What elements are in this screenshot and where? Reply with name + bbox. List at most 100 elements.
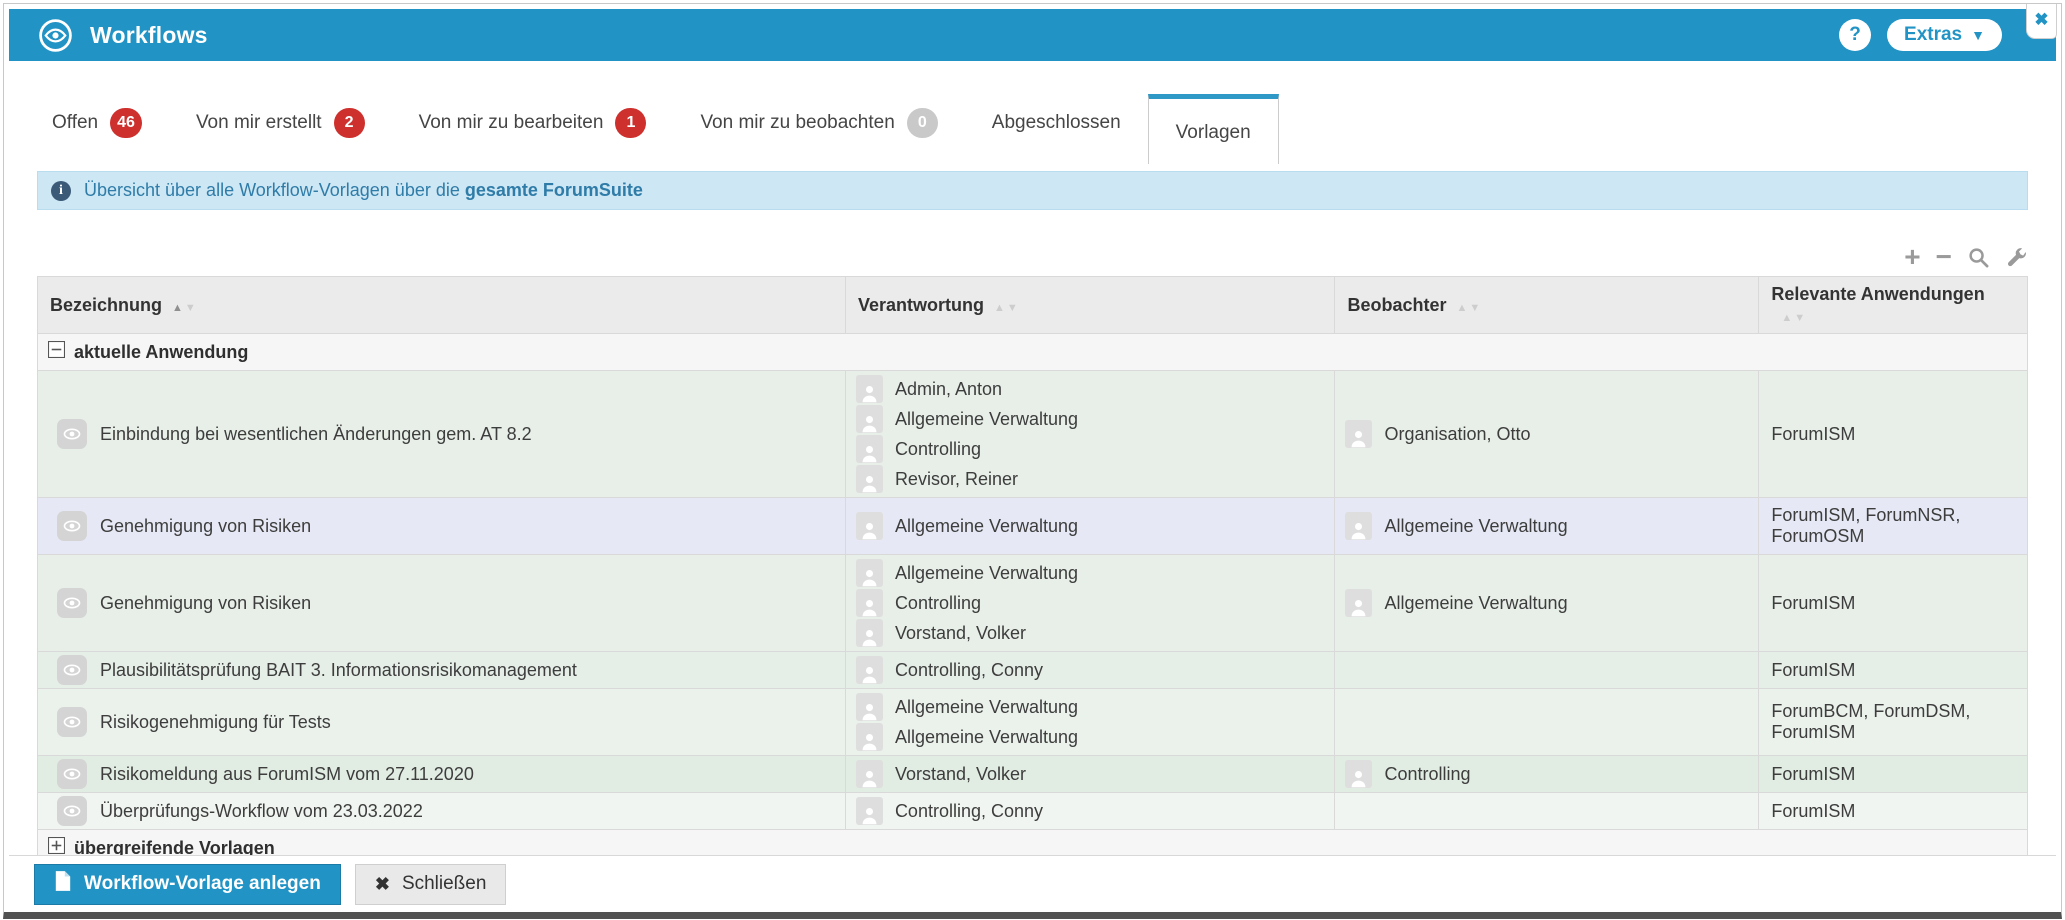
bezeichnung-cell: Risikomeldung aus ForumISM vom 27.11.202… xyxy=(37,755,846,793)
tab-von-mir-zu-bearbeiten[interactable]: Von mir zu bearbeiten 1 xyxy=(392,101,674,145)
responsible-person: Controlling xyxy=(855,588,1325,618)
eye-icon xyxy=(57,655,87,685)
tab-badge: 1 xyxy=(615,108,647,138)
eye-icon xyxy=(57,588,87,618)
workflow-title: Genehmigung von Risiken xyxy=(100,592,312,613)
extras-label: Extras xyxy=(1904,24,1963,45)
search-icon[interactable] xyxy=(1967,246,1990,269)
grid-toolbar: + − xyxy=(37,243,2028,271)
responsible-person: Allgemeine Verwaltung xyxy=(855,692,1325,722)
create-workflow-template-label: Workflow-Vorlage anlegen xyxy=(84,873,321,894)
verantwortung-cell: Vorstand, Volker xyxy=(844,755,1336,793)
responsible-person: Allgemeine Verwaltung xyxy=(855,558,1325,588)
responsible-person: Admin, Anton xyxy=(855,374,1325,404)
table-header-row: Bezeichnung ▲ ▼ Verantwortung ▲ ▼ Beobachter ▲ ▼… xyxy=(37,276,2028,334)
sort-desc-icon: ▼ xyxy=(1006,301,1018,314)
wrench-icon[interactable] xyxy=(2005,246,2028,269)
column-header-relevante-anwendungen[interactable]: Relevante Anwendungen ▲ ▼ xyxy=(1758,276,2028,334)
column-header-bezeichnung[interactable]: Bezeichnung ▲ ▼ xyxy=(37,276,846,334)
bezeichnung-cell: Einbindung bei wesentlichen Änderungen g… xyxy=(37,370,846,498)
anwendungen-cell: ForumISM xyxy=(1758,651,2028,689)
info-icon: i xyxy=(51,180,71,201)
close-button[interactable]: ✖ Schließen xyxy=(354,863,507,905)
responsible-person: Controlling xyxy=(855,434,1325,464)
person-icon xyxy=(1345,512,1373,540)
person-name: Controlling, Conny xyxy=(894,659,1044,680)
verantwortung-cell: Allgemeine Verwaltung Controlling Vorstand… xyxy=(844,554,1336,652)
workflow-row[interactable]: Einbindung bei wesentlichen Änderungen g… xyxy=(37,370,2028,498)
close-label: Schließen xyxy=(401,873,487,894)
sort-icons: ▲ ▼ xyxy=(1781,312,1805,324)
footer-bar: Workflow-Vorlage anlegen ✖ Schließen xyxy=(9,855,2056,912)
extras-button[interactable]: Extras ▼ xyxy=(1887,19,2002,51)
group-row-aktuelle-anwendung[interactable]: aktuelle Anwendung xyxy=(37,333,2028,371)
tab-vorlagen[interactable]: Vorlagen xyxy=(1147,94,1279,164)
eye-icon xyxy=(57,707,87,737)
create-workflow-template-button[interactable]: Workflow-Vorlage anlegen xyxy=(34,863,341,905)
person-icon xyxy=(855,435,883,463)
workflow-title: Überprüfungs-Workflow vom 23.03.2022 xyxy=(100,800,423,821)
collapse-icon[interactable] xyxy=(48,341,65,363)
title-bar: Workflows ? Extras ▼ xyxy=(9,9,2056,61)
window-close-button[interactable]: ✖ xyxy=(2026,4,2057,39)
eye-icon xyxy=(57,759,87,789)
info-banner: i Übersicht über alle Workflow-Vorlagen … xyxy=(37,171,2028,210)
applications-text: ForumISM xyxy=(1771,763,1856,784)
applications-text: ForumBCM, ForumDSM, ForumISM xyxy=(1771,701,1971,742)
group-label: aktuelle Anwendung xyxy=(74,341,249,362)
person-name: Allgemeine Verwaltung xyxy=(894,562,1079,583)
person-name: Allgemeine Verwaltung xyxy=(894,515,1079,536)
help-button[interactable]: ? xyxy=(1839,19,1872,51)
tab-label: Von mir zu beobachten xyxy=(700,112,895,133)
tab-von-mir-zu-beobachten[interactable]: Von mir zu beobachten 0 xyxy=(673,101,964,145)
minus-icon[interactable]: − xyxy=(1936,243,1952,271)
column-header-beobachter[interactable]: Beobachter ▲ ▼ xyxy=(1334,276,1760,334)
workflow-row[interactable]: Genehmigung von Risiken Allgemeine Verwal… xyxy=(37,497,2028,555)
person-icon xyxy=(855,465,883,493)
applications-text: ForumISM xyxy=(1771,423,1856,444)
applications-text: ForumISM xyxy=(1771,592,1856,613)
workflow-row[interactable]: Risikogenehmigung für Tests Allgemeine Ve… xyxy=(37,688,2028,756)
document-icon xyxy=(54,870,72,898)
beobachter-cell xyxy=(1334,688,1760,756)
bezeichnung-cell: Genehmigung von Risiken xyxy=(37,497,846,555)
anwendungen-cell: ForumISM, ForumNSR, ForumOSM xyxy=(1758,497,2028,555)
person-icon xyxy=(855,619,883,647)
workflow-row[interactable]: Überprüfungs-Workflow vom 23.03.2022 Cont… xyxy=(37,792,2028,830)
beobachter-cell xyxy=(1334,651,1760,689)
info-text: Übersicht über alle Workflow-Vorlagen üb… xyxy=(84,180,643,200)
column-header-verantwortung[interactable]: Verantwortung ▲ ▼ xyxy=(844,276,1336,334)
tab-label: Offen xyxy=(52,112,99,133)
person-name: Controlling xyxy=(1384,763,1471,784)
workflow-title: Plausibilitätsprüfung BAIT 3. Informatio… xyxy=(100,659,577,680)
responsible-person: Allgemeine Verwaltung xyxy=(855,722,1325,752)
sort-asc-icon: ▲ xyxy=(993,301,1005,314)
sort-desc-icon: ▼ xyxy=(1469,301,1481,314)
person-name: Allgemeine Verwaltung xyxy=(894,408,1079,429)
person-name: Allgemeine Verwaltung xyxy=(894,696,1079,717)
observer-person: Allgemeine Verwaltung xyxy=(1345,588,1748,618)
tab-offen[interactable]: Offen 46 xyxy=(25,101,169,145)
beobachter-cell: Allgemeine Verwaltung xyxy=(1334,554,1760,652)
plus-icon[interactable]: + xyxy=(1904,243,1920,271)
workflow-row[interactable]: Plausibilitätsprüfung BAIT 3. Informatio… xyxy=(37,651,2028,689)
person-icon xyxy=(1345,589,1373,617)
responsible-person: Allgemeine Verwaltung xyxy=(855,511,1325,541)
workflow-title: Risikogenehmigung für Tests xyxy=(100,711,331,732)
workflow-row[interactable]: Risikomeldung aus ForumISM vom 27.11.202… xyxy=(37,755,2028,793)
eye-icon xyxy=(57,511,87,541)
tab-von-mir-erstellt[interactable]: Von mir erstellt 2 xyxy=(169,101,392,145)
workflow-title: Genehmigung von Risiken xyxy=(100,515,312,536)
anwendungen-cell: ForumISM xyxy=(1758,370,2028,498)
tab-badge: 2 xyxy=(333,108,365,138)
observer-person: Organisation, Otto xyxy=(1345,419,1748,449)
column-header-label: Beobachter xyxy=(1347,294,1447,315)
table-body: aktuelle Anwendung Einbindung bei wesentl… xyxy=(37,333,2028,904)
tab-abgeschlossen[interactable]: Abgeschlossen xyxy=(965,101,1148,145)
anwendungen-cell: ForumBCM, ForumDSM, ForumISM xyxy=(1758,688,2028,756)
workflow-row[interactable]: Genehmigung von Risiken Allgemeine Verwal… xyxy=(37,554,2028,652)
bezeichnung-cell: Risikogenehmigung für Tests xyxy=(37,688,846,756)
person-name: Allgemeine Verwaltung xyxy=(1384,515,1568,536)
responsible-person: Vorstand, Volker xyxy=(855,618,1325,648)
applications-text: ForumISM, ForumNSR, ForumOSM xyxy=(1771,505,1961,546)
